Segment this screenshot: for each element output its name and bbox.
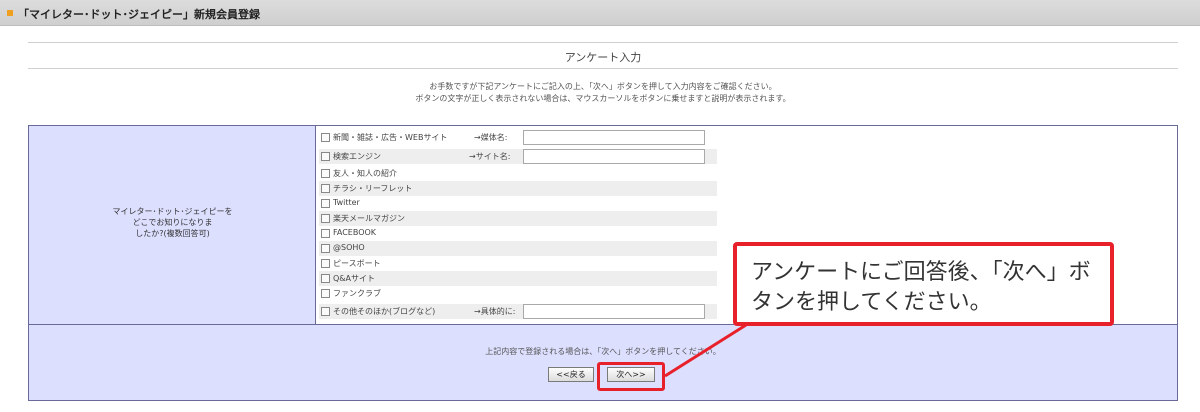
option-checkbox[interactable]	[321, 259, 330, 268]
option-label: ピースボート	[333, 259, 381, 268]
option-checkbox[interactable]	[321, 184, 330, 193]
site-name-input[interactable]	[523, 149, 705, 164]
site-name-label: →サイト名:	[469, 152, 511, 161]
option-checkbox[interactable]	[321, 214, 330, 223]
next-button-highlight	[597, 362, 665, 391]
bullet-icon	[7, 10, 13, 16]
option-row: 新聞・雑誌・広告・WEBサイト →媒体名:	[319, 130, 717, 145]
instruction-callout: アンケートにご回答後、「次へ」ボタンを押してください。	[733, 242, 1114, 326]
other-detail-input[interactable]	[523, 304, 705, 319]
option-row: Q&Aサイト	[319, 271, 717, 286]
option-checkbox[interactable]	[321, 289, 330, 298]
option-label: 友人・知人の紹介	[333, 169, 397, 178]
option-row: その他そのほか(ブログなど) →具体的に:	[319, 304, 717, 319]
option-checkbox[interactable]	[321, 274, 330, 283]
intro-text: お手数ですが下記アンケートにご記入の上、「次へ」ボタンを押して入力内容をご確認く…	[28, 81, 1178, 105]
option-label: チラシ・リーフレット	[333, 184, 413, 193]
divider	[28, 42, 1178, 43]
option-row: チラシ・リーフレット	[319, 181, 717, 196]
other-detail-label: →具体的に:	[474, 307, 516, 316]
question-line: したか?(複数回答可)	[135, 229, 210, 238]
page-header: 「マイレター･ドット･ジェイピー」新規会員登録	[0, 0, 1200, 26]
option-label: Q&Aサイト	[333, 274, 376, 283]
option-label: FACEBOOK	[333, 228, 377, 237]
option-checkbox[interactable]	[321, 229, 330, 238]
question-line: マイレター･ドット･ジェイピーを	[112, 207, 233, 216]
callout-text: アンケートにご回答後、「次へ」ボタンを押してください。	[751, 260, 1091, 315]
option-row: 友人・知人の紹介	[319, 166, 717, 181]
option-label: ファンクラブ	[333, 289, 381, 298]
option-row: Twitter	[319, 196, 717, 211]
option-row: ファンクラブ	[319, 286, 717, 301]
option-checkbox[interactable]	[321, 244, 330, 253]
option-label: 検索エンジン	[333, 152, 381, 161]
intro-line: お手数ですが下記アンケートにご記入の上、「次へ」ボタンを押して入力内容をご確認く…	[429, 82, 777, 91]
media-name-label: →媒体名:	[474, 133, 508, 142]
back-button[interactable]: <<戻る	[548, 367, 594, 382]
option-label: その他そのほか(ブログなど)	[333, 307, 436, 316]
option-checkbox[interactable]	[321, 152, 330, 161]
option-row: @SOHO	[319, 241, 717, 256]
option-checkbox[interactable]	[321, 307, 330, 316]
option-label: 新聞・雑誌・広告・WEBサイト	[333, 133, 448, 142]
option-label: 楽天メールマガジン	[333, 214, 405, 223]
option-label: Twitter	[333, 198, 360, 207]
media-name-input[interactable]	[523, 130, 705, 145]
option-row: 検索エンジン →サイト名:	[319, 149, 717, 164]
question-cell: マイレター･ドット･ジェイピーを どこでお知りになりま したか?(複数回答可)	[29, 126, 316, 325]
option-checkbox[interactable]	[321, 133, 330, 142]
question-label: マイレター･ドット･ジェイピーを どこでお知りになりま したか?(複数回答可)	[29, 206, 316, 239]
option-row: 楽天メールマガジン	[319, 211, 717, 226]
option-row: FACEBOOK	[319, 226, 717, 241]
question-line: どこでお知りになりま	[132, 218, 213, 227]
submit-note: 上記内容で登録される場合は、「次へ」ボタンを押してください。	[485, 347, 721, 356]
section-title: アンケート入力	[564, 51, 642, 64]
option-row: ピースボート	[319, 256, 717, 271]
option-checkbox[interactable]	[321, 169, 330, 178]
option-checkbox[interactable]	[321, 199, 330, 208]
intro-line: ボタンの文字が正しく表示されない場合は、マウスカーソルをボタンに乗せますと説明が…	[415, 94, 791, 103]
option-label: @SOHO	[333, 243, 365, 252]
divider	[28, 68, 1178, 69]
page-title: 「マイレター･ドット･ジェイピー」新規会員登録	[18, 8, 260, 21]
